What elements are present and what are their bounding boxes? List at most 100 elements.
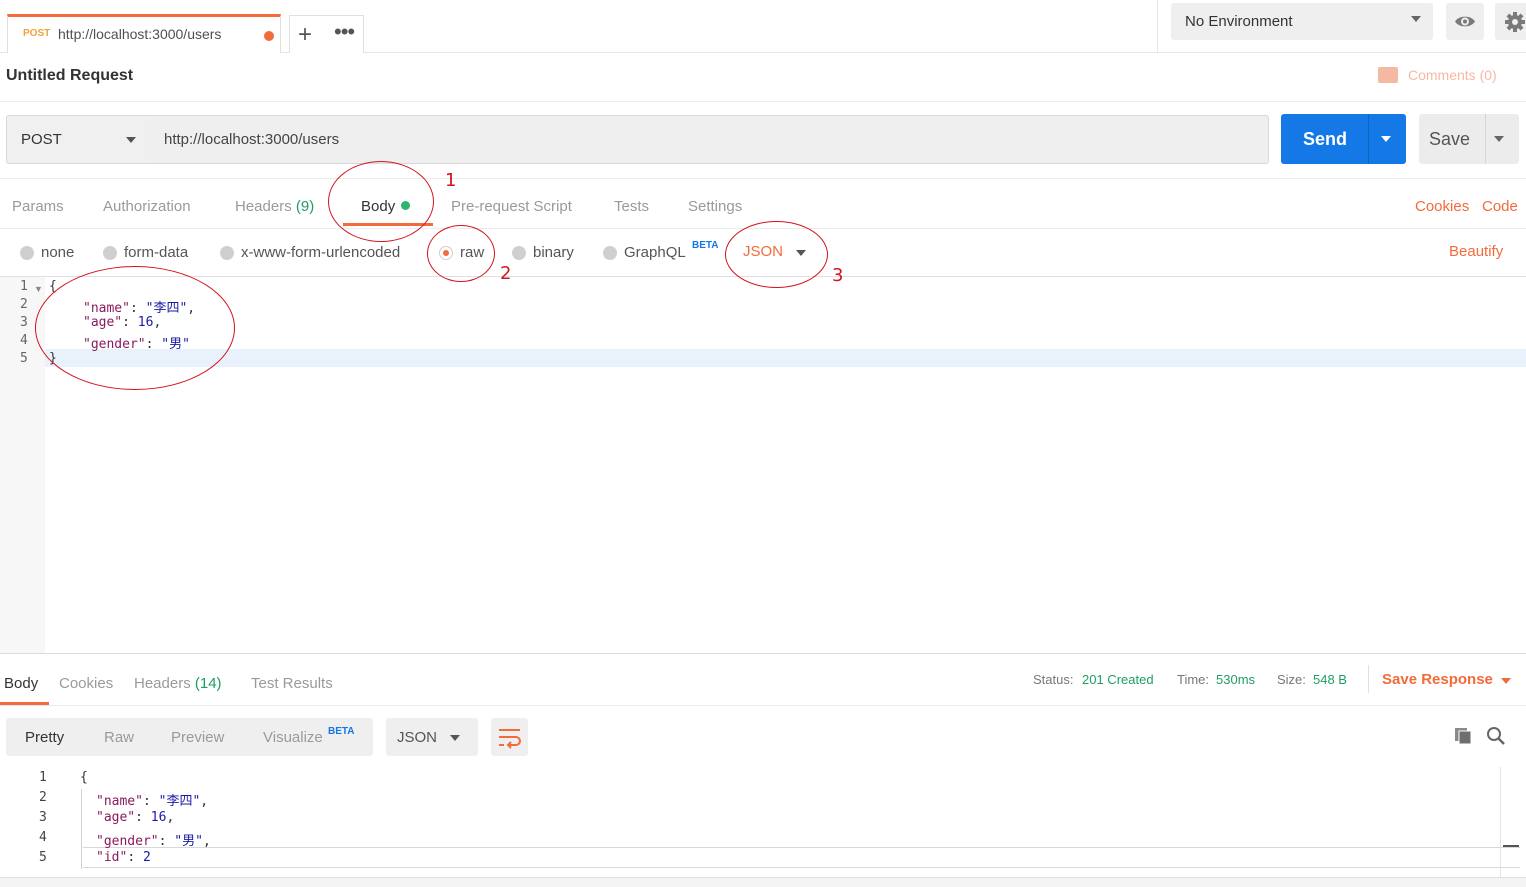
tab-authorization[interactable]: Authorization <box>103 198 191 215</box>
cookies-link[interactable]: Cookies <box>1415 198 1469 215</box>
annotation-circle-body-tab <box>328 161 434 242</box>
radio-binary[interactable] <box>512 246 526 260</box>
divider <box>0 101 1526 102</box>
radio-binary-label[interactable]: binary <box>533 244 574 261</box>
save-button-label: Save <box>1429 129 1471 149</box>
tab-headers[interactable]: Headers (9) <box>235 198 314 215</box>
line-number: 2 <box>20 297 28 312</box>
divider <box>0 705 1526 706</box>
divider <box>1368 665 1369 693</box>
view-raw[interactable]: Raw <box>104 729 134 746</box>
request-title[interactable]: Untitled Request <box>6 67 133 85</box>
url-input[interactable]: http://localhost:3000/users <box>151 115 1269 164</box>
radio-graphql[interactable] <box>603 246 617 260</box>
annotation-number: 2 <box>500 263 512 284</box>
tab-pre-request-script[interactable]: Pre-request Script <box>451 198 572 215</box>
beautify-link[interactable]: Beautify <box>1449 243 1503 260</box>
comments-button[interactable]: Comments (0) <box>1378 67 1497 83</box>
code-line: "name": "李四", <box>96 794 209 809</box>
code-line: "gender": "男", <box>96 834 211 849</box>
line-number: 5 <box>20 351 28 366</box>
beta-badge: BETA <box>328 726 355 737</box>
radio-form-data-label[interactable]: form-data <box>124 244 188 261</box>
line-number: 4 <box>20 333 28 348</box>
response-tab-headers[interactable]: Headers (14) <box>134 675 222 692</box>
response-tab-cookies[interactable]: Cookies <box>59 675 113 692</box>
annotation-number: 3 <box>832 265 844 286</box>
method-select-value: POST <box>21 131 62 148</box>
eye-icon <box>1455 16 1475 27</box>
line-number: 1 <box>39 770 47 785</box>
radio-form-data[interactable] <box>103 246 117 260</box>
beta-badge: BETA <box>692 240 719 251</box>
line-number: 3 <box>39 810 47 825</box>
radio-urlencoded-label[interactable]: x-www-form-urlencoded <box>241 244 400 261</box>
view-preview[interactable]: Preview <box>171 729 224 746</box>
code-line: "age": 16, <box>96 810 175 825</box>
response-tab-body[interactable]: Body <box>4 675 38 692</box>
chevron-down-icon[interactable] <box>1501 678 1511 684</box>
gear-icon <box>1505 12 1525 32</box>
more-tabs-ellipsis-icon[interactable]: ••• <box>334 19 355 45</box>
radio-none[interactable] <box>20 246 34 260</box>
code-link[interactable]: Code <box>1482 198 1518 215</box>
status-value[interactable]: 201 Created <box>1082 672 1154 687</box>
send-button[interactable]: Send <box>1281 114 1406 164</box>
annotation-circle-raw <box>427 225 495 282</box>
response-scrollbar[interactable] <box>1500 767 1520 877</box>
method-select[interactable]: POST <box>6 115 152 164</box>
request-tab-url: http://localhost:3000/users <box>58 26 222 42</box>
headers-count-badge: (9) <box>295 198 315 215</box>
response-headers-count: (14) <box>194 675 222 692</box>
size-value[interactable]: 548 B <box>1313 672 1347 687</box>
code-line: "id": 2 <box>96 850 151 865</box>
response-format-value: JSON <box>397 729 438 746</box>
time-value[interactable]: 530ms <box>1216 672 1255 687</box>
environment-select[interactable]: No Environment <box>1171 3 1433 40</box>
send-button-label: Send <box>1303 129 1348 149</box>
copy-icon[interactable] <box>1453 726 1473 751</box>
radio-urlencoded[interactable] <box>220 246 234 260</box>
radio-graphql-label[interactable]: GraphQL <box>624 244 686 261</box>
response-format-select[interactable]: JSON <box>386 718 478 756</box>
line-number: 4 <box>39 830 47 845</box>
save-response-button[interactable]: Save Response <box>1382 671 1493 688</box>
new-tab-plus-icon[interactable]: + <box>298 21 312 49</box>
code-line: { <box>80 770 88 785</box>
tab-tests[interactable]: Tests <box>614 198 649 215</box>
annotation-number: 1 <box>445 170 457 191</box>
line-number: 3 <box>20 315 28 330</box>
request-tab[interactable]: POST http://localhost:3000/users <box>7 14 281 53</box>
settings-button[interactable] <box>1495 3 1526 40</box>
wrap-lines-button[interactable] <box>491 718 528 756</box>
environment-select-value: No Environment <box>1185 13 1293 30</box>
radio-none-label[interactable]: none <box>41 244 74 261</box>
chevron-down-icon <box>450 735 460 741</box>
environment-quick-look-button[interactable] <box>1446 3 1484 40</box>
url-input-value: http://localhost:3000/users <box>164 131 340 148</box>
save-button[interactable]: Save <box>1419 114 1519 164</box>
indent-guide <box>81 789 82 869</box>
comments-label: Comments (0) <box>1408 67 1497 83</box>
annotation-circle-json <box>725 221 828 288</box>
view-pretty[interactable]: Pretty <box>25 729 64 746</box>
send-options-chevron-icon[interactable] <box>1381 136 1391 142</box>
chevron-down-icon <box>126 137 136 143</box>
tab-settings[interactable]: Settings <box>688 198 742 215</box>
response-tab-test-results[interactable]: Test Results <box>251 675 333 692</box>
divider <box>1157 0 1158 52</box>
wrap-lines-icon <box>499 729 521 749</box>
active-line-highlight <box>45 349 1526 367</box>
size-label: Size: <box>1277 672 1306 687</box>
line-number: 5 <box>39 850 47 865</box>
fold-arrow-icon[interactable]: ▼ <box>34 284 43 294</box>
line-number: 1 <box>20 279 28 294</box>
status-bar <box>0 877 1526 887</box>
time-label: Time: <box>1177 672 1210 687</box>
view-visualize[interactable]: Visualize <box>263 729 323 746</box>
tab-params[interactable]: Params <box>12 198 64 215</box>
annotation-circle-json-body <box>35 266 235 390</box>
save-options-chevron-icon[interactable] <box>1494 136 1504 142</box>
line-number: 2 <box>39 790 47 805</box>
search-icon[interactable] <box>1486 726 1506 751</box>
